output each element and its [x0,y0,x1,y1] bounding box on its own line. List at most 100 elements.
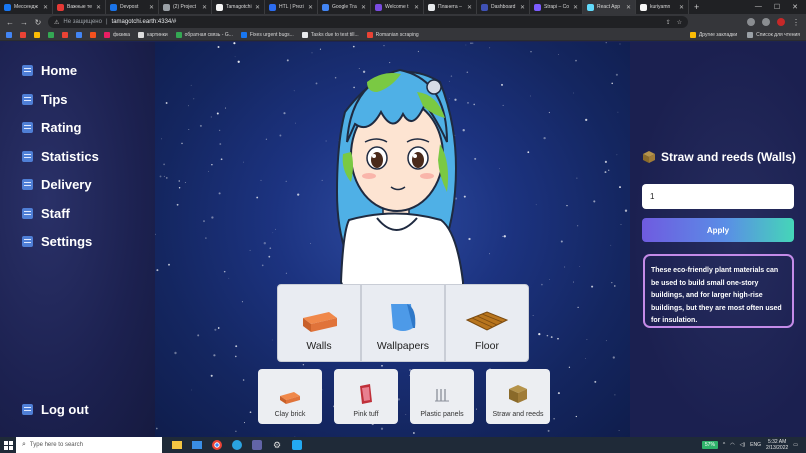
category-floor[interactable]: Floor [445,284,529,362]
browser-tab[interactable]: Welcome t ✕ [371,0,424,14]
quantity-input[interactable] [642,184,794,209]
browser-tab[interactable]: Tamagotchi ✕ [212,0,265,14]
language-indicator[interactable]: ENG [750,442,761,448]
tab-close-icon[interactable]: ✕ [626,4,631,11]
reload-icon[interactable]: ↻ [34,18,42,27]
browser-tab[interactable]: (2) Project ✕ [159,0,212,14]
chevron-up-icon[interactable]: ^ [723,442,725,448]
bookmark-item[interactable]: картинки [138,32,168,38]
browser-tab[interactable]: Важные те ✕ [53,0,106,14]
browser-tab[interactable]: Devpost ✕ [106,0,159,14]
bookmark-item[interactable] [76,32,82,38]
extension-icon[interactable] [747,18,755,26]
material-pink-tuff[interactable]: Pink tuff [334,369,398,424]
bookmark-item[interactable] [34,32,40,38]
parquet-floor-icon [465,311,509,331]
bookmark-favicon-icon [90,32,96,38]
bookmark-favicon-icon [301,32,308,38]
volume-icon[interactable]: ◁) [740,442,746,448]
sidebar-item-home[interactable]: Home [22,63,77,78]
minimize-icon[interactable]: — [755,3,762,11]
browser-tab[interactable]: kuriyamn ✕ [636,0,689,14]
bookmark-favicon-icon [48,32,54,38]
bookmark-item[interactable]: физика [104,32,130,38]
bookmark-item[interactable]: обратная связь - G... [175,32,233,38]
url-text: tamagotchi.earth:4334/# [111,19,177,25]
menu-dots-icon[interactable]: ⋮ [792,18,800,27]
browser-tab[interactable]: Dashboard ✕ [477,0,530,14]
bookmark-item[interactable] [62,32,68,38]
notification-icon[interactable]: ▭ [793,442,798,448]
chrome-icon[interactable] [210,439,224,451]
sidebar-item-staff[interactable]: Staff [22,206,70,221]
clock[interactable]: 5:32 AM 2/13/2022 [766,439,788,451]
bookmark-star-icon[interactable]: ☆ [677,19,682,26]
telegram-icon[interactable] [230,439,244,451]
sidebar-item-label: Home [41,63,78,78]
sidebar-item-delivery[interactable]: Delivery [22,177,92,192]
browser-tab[interactable]: Планета – ✕ [424,0,477,14]
bookmark-favicon-icon [76,32,82,38]
settings-gear-icon[interactable]: ⚙ [270,439,284,451]
material-plastic-panels[interactable]: Plastic panels [410,369,474,424]
bookmark-item[interactable]: Tasks due to test till... [301,32,359,38]
bookmark-item[interactable] [48,32,54,38]
new-tab-icon[interactable]: + [689,2,704,12]
material-label: Plastic panels [420,411,464,418]
bookmark-item[interactable]: Romanian scraping [366,32,419,38]
browser-tab[interactable]: HTL | Prezi ✕ [265,0,318,14]
profile-avatar[interactable] [777,18,785,26]
tab-close-icon[interactable]: ✕ [520,4,525,11]
tab-close-icon[interactable]: ✕ [573,4,578,11]
sidebar-item-rating[interactable]: Rating [22,120,81,135]
category-wallpapers[interactable]: Wallpapers [361,284,445,362]
browser-tab[interactable]: Мессендж ✕ [0,0,53,14]
other-bookmarks[interactable]: Другие закладки [689,32,737,38]
category-label: Floor [475,340,499,352]
teams-icon[interactable] [250,439,264,451]
tab-close-icon[interactable]: ✕ [361,4,366,11]
tab-close-icon[interactable]: ✕ [414,4,419,11]
close-window-icon[interactable]: ✕ [792,3,798,11]
logout-button[interactable]: Log out [22,402,89,417]
tab-close-icon[interactable]: ✕ [96,4,101,11]
forward-icon[interactable]: → [20,18,28,27]
reading-list[interactable]: Список для чтения [747,32,800,38]
back-icon[interactable]: ← [6,18,14,27]
material-straw-and-reeds[interactable]: Straw and reeds [486,369,550,424]
vscode-icon[interactable] [290,439,304,451]
bookmark-item[interactable] [6,32,12,38]
file-explorer-icon[interactable] [170,439,184,451]
sidebar-item-statistics[interactable]: Statistics [22,149,99,164]
share-icon[interactable]: ⇪ [666,19,671,26]
tab-close-icon[interactable]: ✕ [43,4,48,11]
wifi-icon[interactable]: ◠ [730,442,734,448]
apply-button[interactable]: Apply [642,218,794,242]
warning-icon[interactable]: ⚠ [54,19,59,26]
bookmark-item[interactable]: Fixes urgent bugs... [240,32,294,38]
bookmark-item[interactable] [90,32,96,38]
category-walls[interactable]: Walls [277,284,361,362]
puzzle-icon[interactable] [762,18,770,26]
bookmarks-bar: физика картинки обратная связь - G... Fixes… [0,30,806,41]
material-clay-brick[interactable]: Clay brick [258,369,322,424]
battery-indicator[interactable]: 57% [701,441,718,449]
tab-close-icon[interactable]: ✕ [679,4,684,11]
tab-close-icon[interactable]: ✕ [467,4,472,11]
browser-tab[interactable]: Google Tra ✕ [318,0,371,14]
store-icon[interactable] [190,439,204,451]
tab-close-icon[interactable]: ✕ [149,4,154,11]
bookmark-item[interactable] [20,32,26,38]
tab-close-icon[interactable]: ✕ [202,4,207,11]
browser-tab[interactable]: React App ✕ [583,0,636,14]
taskbar-search[interactable]: ⌕ Type here to search [16,437,162,453]
url-input[interactable]: ⚠ Не защищено | tamagotchi.earth:4334/# … [48,16,688,28]
tab-close-icon[interactable]: ✕ [308,4,313,11]
maximize-icon[interactable]: ☐ [774,3,780,11]
tab-close-icon[interactable]: ✕ [255,4,260,11]
tab-favicon-icon [640,3,647,11]
sidebar-item-settings[interactable]: Settings [22,234,92,249]
browser-tab[interactable]: Strapi – Co ✕ [530,0,583,14]
windows-start-icon[interactable] [0,437,16,453]
sidebar-item-tips[interactable]: Tips [22,92,68,107]
